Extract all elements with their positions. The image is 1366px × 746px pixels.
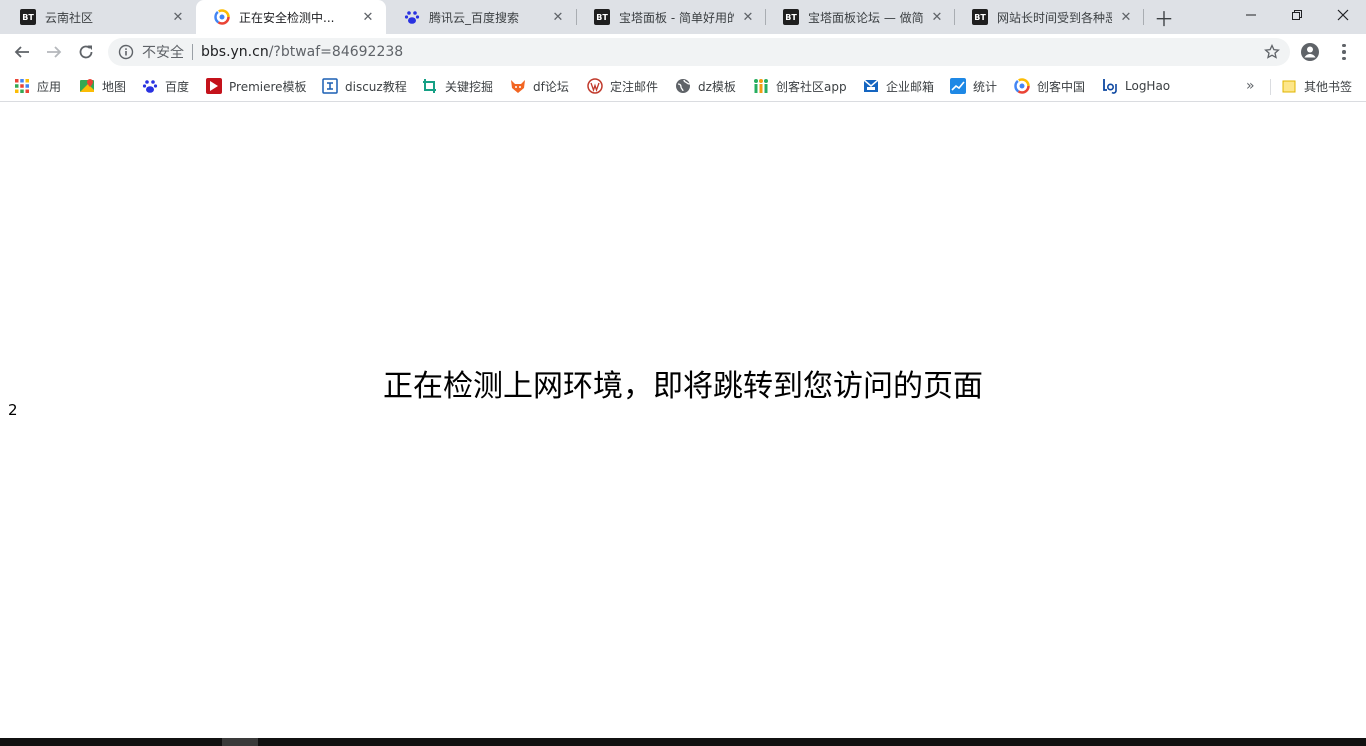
tab-title: 网站长时间受到各种恶意 — [997, 10, 1112, 25]
globe-icon — [676, 79, 691, 93]
tab-strip: BT 云南社区 ✕ 正在安全检测中... ✕ 腾讯云_百度搜索 ✕ BT 宝塔面… — [0, 0, 1366, 34]
profile-avatar-icon[interactable] — [1300, 42, 1320, 62]
apps-grid-icon — [15, 79, 29, 93]
bookmark-maker-app[interactable]: 创客社区app — [753, 76, 847, 96]
tab-bt-forum[interactable]: BT 宝塔面板论坛 — 做简单 ✕ — [765, 0, 955, 34]
tab-title: 宝塔面板 - 简单好用的L — [619, 10, 734, 25]
bookmark-label: Premiere模板 — [229, 79, 307, 94]
baidu-paw-icon — [404, 9, 420, 25]
bt-icon: BT — [783, 9, 799, 25]
bookmark-label: 统计 — [973, 79, 998, 94]
chrome-colored-icon — [214, 9, 230, 25]
bookmark-label: 地图 — [102, 79, 127, 94]
bookmark-label: df论坛 — [533, 79, 569, 94]
tab-bt-panel[interactable]: BT 宝塔面板 - 简单好用的L ✕ — [576, 0, 766, 34]
bookmark-baidu[interactable]: 百度 — [142, 76, 189, 96]
forward-arrow-icon[interactable] — [40, 38, 68, 66]
close-tab-icon[interactable]: ✕ — [170, 9, 186, 25]
page-content: 正在检测上网环境，即将跳转到您访问的页面 2 — [0, 103, 1366, 738]
bt-icon: BT — [20, 9, 36, 25]
bookmark-star-icon[interactable] — [1264, 44, 1280, 60]
close-tab-icon[interactable]: ✕ — [1118, 9, 1134, 25]
bookmark-label: 百度 — [165, 79, 190, 94]
bookmark-label: 创客中国 — [1037, 79, 1086, 94]
bookmark-maker-china[interactable]: 创客中国 — [1014, 76, 1085, 96]
tab-baidu-search[interactable]: 腾讯云_百度搜索 ✕ — [386, 0, 576, 34]
close-tab-icon[interactable]: ✕ — [550, 9, 566, 25]
bookmark-label: 创客社区app — [776, 79, 847, 94]
new-tab-plus-icon[interactable]: ＋ — [1153, 6, 1175, 31]
bookmark-label: 定注邮件 — [610, 79, 659, 94]
tab-site-attacks[interactable]: BT 网站长时间受到各种恶意 ✕ — [954, 0, 1144, 34]
tab-title: 正在安全检测中... — [239, 10, 335, 25]
restore-icon[interactable] — [1274, 0, 1320, 30]
bookmark-enterprise-mail[interactable]: 企业邮箱 — [863, 76, 934, 96]
redirect-message: 正在检测上网环境，即将跳转到您访问的页面 — [383, 369, 983, 404]
chart-icon — [950, 78, 966, 94]
omnibox-divider — [192, 44, 193, 60]
bookmark-label: 其他书签 — [1304, 79, 1353, 94]
folder-icon — [1282, 80, 1296, 93]
bookmark-keyword[interactable]: 关键挖掘 — [422, 76, 493, 96]
bookmark-label: discuz教程 — [345, 79, 407, 94]
url-host: bbs.yn.cn — [201, 44, 269, 60]
close-tab-icon[interactable]: ✕ — [929, 9, 945, 25]
bookmark-loghao[interactable]: LogHao — [1102, 76, 1170, 96]
maps-pin-icon — [80, 79, 94, 92]
security-status-label[interactable]: 不安全 — [142, 42, 184, 62]
close-window-icon[interactable] — [1320, 0, 1366, 30]
premiere-icon — [206, 78, 222, 94]
tab-separator — [1143, 9, 1144, 25]
baidu-paw-icon — [142, 80, 158, 93]
more-menu-icon[interactable] — [1336, 42, 1352, 62]
minimize-icon[interactable] — [1228, 0, 1274, 30]
keyword-icon — [423, 79, 436, 93]
bookmark-label: 关键挖掘 — [445, 79, 494, 94]
reload-icon[interactable] — [72, 38, 100, 66]
browser-toolbar: 不安全 bbs.yn.cn/?btwaf=84692238 — [0, 34, 1366, 70]
back-arrow-icon[interactable] — [8, 38, 36, 66]
bookmark-df-forum[interactable]: df论坛 — [510, 76, 569, 96]
bookmark-maps[interactable]: 地图 — [79, 76, 126, 96]
tab-title: 腾讯云_百度搜索 — [429, 10, 520, 25]
bt-icon: BT — [594, 9, 610, 25]
bookmark-apps[interactable]: 应用 — [14, 76, 61, 96]
url-path: /?btwaf=84692238 — [268, 44, 404, 60]
bookmark-label: 应用 — [37, 79, 62, 94]
wordpress-icon — [587, 78, 603, 94]
chrome-colored-icon — [1014, 78, 1030, 94]
tab-security-check[interactable]: 正在安全检测中... ✕ — [196, 0, 386, 34]
community-icon — [754, 79, 768, 93]
bookmark-label: 企业邮箱 — [886, 79, 935, 94]
bookmarks-overflow-chevron-icon[interactable]: » — [1246, 78, 1255, 94]
address-bar[interactable]: 不安全 bbs.yn.cn/?btwaf=84692238 — [108, 38, 1290, 66]
taskbar — [0, 738, 1366, 746]
fox-icon — [511, 80, 525, 93]
tab-title: 云南社区 — [45, 10, 94, 25]
info-icon[interactable] — [118, 44, 134, 60]
close-tab-icon[interactable]: ✕ — [360, 9, 376, 25]
bt-icon: BT — [972, 9, 988, 25]
bookmark-dz-template[interactable]: dz模板 — [675, 76, 736, 96]
close-tab-icon[interactable]: ✕ — [740, 9, 756, 25]
bookmark-discuz[interactable]: discuz教程 — [322, 76, 407, 96]
loghao-icon — [1103, 79, 1117, 94]
bookmarks-bar: 应用 地图 百度 Premiere模板 discuz教程 关键挖掘 df论坛 定… — [0, 70, 1366, 102]
taskbar-active-item[interactable] — [222, 738, 258, 746]
discuz-icon — [322, 78, 338, 94]
bookmark-mail-sub[interactable]: 定注邮件 — [587, 76, 658, 96]
countdown-number: 2 — [8, 401, 18, 419]
tab-title: 宝塔面板论坛 — 做简单 — [808, 10, 923, 25]
bookmark-premiere[interactable]: Premiere模板 — [206, 76, 307, 96]
bookmark-label: LogHao — [1125, 79, 1171, 93]
bookmarks-separator — [1270, 79, 1271, 95]
bookmark-stats[interactable]: 统计 — [950, 76, 997, 96]
bookmark-other-folder[interactable]: 其他书签 — [1281, 76, 1352, 96]
mail-icon — [863, 79, 879, 92]
bookmark-label: dz模板 — [698, 79, 736, 94]
tab-yunnan-community[interactable]: BT 云南社区 ✕ — [2, 0, 196, 34]
